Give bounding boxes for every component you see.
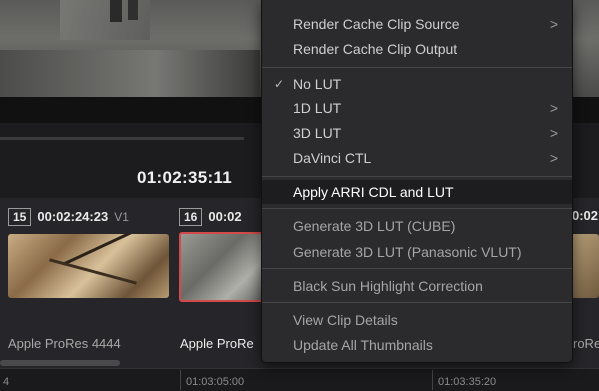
- menu-item-label: Generate 3D LUT (Panasonic VLUT): [293, 244, 522, 260]
- menu-separator: [262, 176, 572, 177]
- clip-header: 15 00:02:24:23 V1: [8, 208, 129, 226]
- menu-item-label: Generate 3D LUT (CUBE): [293, 218, 456, 234]
- menu-item-apply-arri-cdl-and-lut[interactable]: Apply ARRI CDL and LUT: [262, 180, 572, 204]
- menu-item-render-cache-clip-source[interactable]: Render Cache Clip Source >: [262, 12, 572, 36]
- submenu-arrow-icon: >: [549, 16, 558, 32]
- clip-number: 16: [179, 208, 203, 226]
- menu-item-label: 1D LUT: [293, 100, 342, 116]
- viewer-image-region: [0, 50, 260, 97]
- clip-header: 16 00:02: [179, 208, 242, 226]
- clip-header: 0:02: [572, 208, 598, 223]
- menu-separator: [262, 302, 572, 303]
- ruler-tick-line: [180, 370, 181, 390]
- menu-item-label: View Clip Details: [293, 312, 398, 328]
- menu-item-no-lut[interactable]: ✓ No LUT: [262, 72, 572, 96]
- timeline-scrollbar[interactable]: [0, 360, 120, 366]
- clip-codec: roRe: [573, 336, 599, 351]
- clip-number: 15: [8, 208, 32, 226]
- submenu-arrow-icon: >: [549, 125, 558, 141]
- menu-item-black-sun-highlight-correction[interactable]: Black Sun Highlight Correction: [262, 274, 572, 298]
- viewer-image-region: [128, 0, 138, 20]
- menu-item-davinci-ctl[interactable]: DaVinci CTL >: [262, 146, 572, 170]
- submenu-arrow-icon: >: [549, 150, 558, 166]
- menu-item-label: Render Cache Clip Source: [293, 16, 460, 32]
- menu-item-label: DaVinci CTL: [293, 150, 372, 166]
- timeline-ruler[interactable]: [0, 368, 599, 391]
- menu-item-generate-3d-lut-cube[interactable]: Generate 3D LUT (CUBE): [262, 214, 572, 238]
- menu-item-render-cache-clip-output[interactable]: Render Cache Clip Output: [262, 37, 572, 61]
- viewer-timecode: 01:02:35:11: [137, 168, 232, 187]
- viewer-scrubber[interactable]: [0, 137, 244, 140]
- checkmark-icon: ✓: [274, 77, 285, 91]
- menu-item-label: 3D LUT: [293, 125, 342, 141]
- menu-item-label: Black Sun Highlight Correction: [293, 278, 483, 294]
- ruler-tick-label: 01:03:35:20: [438, 376, 497, 388]
- menu-item-label: No LUT: [293, 76, 342, 92]
- clip-track: V1: [114, 210, 129, 224]
- menu-item-3d-lut[interactable]: 3D LUT >: [262, 121, 572, 145]
- menu-item-generate-3d-lut-panasonic-vlut[interactable]: Generate 3D LUT (Panasonic VLUT): [262, 240, 572, 264]
- menu-separator: [262, 268, 572, 269]
- ruler-tick-line: [432, 370, 433, 390]
- menu-item-label: Apply ARRI CDL and LUT: [293, 184, 454, 200]
- menu-separator: [262, 208, 572, 209]
- ruler-tick-label: 4: [3, 376, 10, 388]
- clip-timecode: 00:02:24:23: [37, 209, 109, 224]
- viewer-image-region: [110, 0, 122, 22]
- menu-item-label: Render Cache Clip Output: [293, 41, 458, 57]
- clip-codec: Apple ProRe: [180, 336, 254, 351]
- clip-codec: Apple ProRes 4444: [8, 336, 121, 351]
- menu-item-1d-lut[interactable]: 1D LUT >: [262, 96, 572, 120]
- menu-separator: [262, 67, 572, 68]
- menu-item-label: Update All Thumbnails: [293, 337, 433, 353]
- menu-item-update-all-thumbnails[interactable]: Update All Thumbnails: [262, 333, 572, 357]
- submenu-arrow-icon: >: [549, 100, 558, 116]
- clip-thumbnail-selected[interactable]: [179, 232, 273, 302]
- ruler-tick-label: 01:03:05:00: [186, 376, 245, 388]
- context-menu: Render Cache Clip Source > Render Cache …: [261, 0, 573, 363]
- clip-timecode: 0:02: [572, 208, 599, 223]
- clip-timecode: 00:02: [208, 209, 242, 224]
- clip-thumbnail[interactable]: [8, 234, 169, 298]
- menu-item-view-clip-details[interactable]: View Clip Details: [262, 308, 572, 332]
